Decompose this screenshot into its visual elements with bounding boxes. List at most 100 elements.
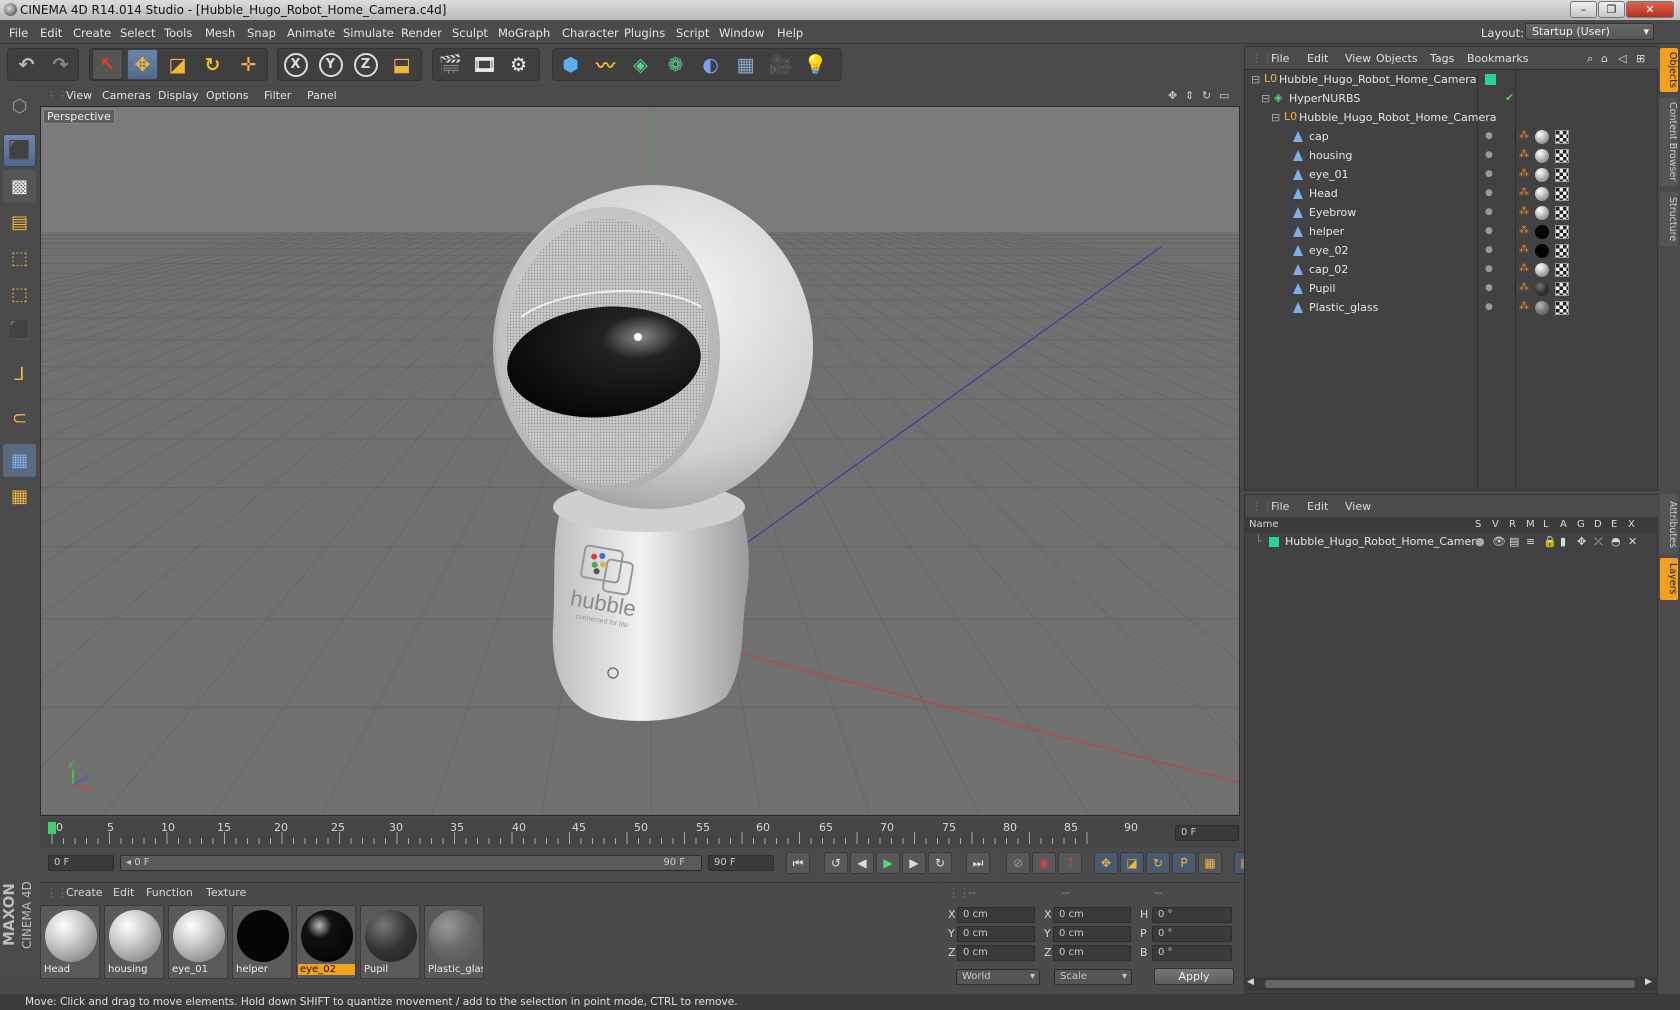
visibility-dot-icon[interactable]: ● xyxy=(1485,169,1493,179)
scroll-right-icon[interactable]: ▶ xyxy=(1645,977,1652,987)
material-swatch[interactable]: Head xyxy=(40,905,100,979)
size-z-field[interactable]: 0 cm xyxy=(1053,945,1131,961)
locked-workplane-icon[interactable]: ▦ xyxy=(3,444,36,477)
phong-tag-icon[interactable]: ⁂ xyxy=(1519,263,1529,274)
menu-select[interactable]: Select xyxy=(120,26,155,40)
object-row[interactable]: cap ● ⁂ xyxy=(1245,127,1657,147)
visibility-dot-icon[interactable]: ● xyxy=(1485,150,1493,160)
redo-icon[interactable]: ↷ xyxy=(45,49,76,80)
rotate-tool-icon[interactable]: ↻ xyxy=(197,49,228,80)
maximize-button[interactable]: ❐ xyxy=(1598,1,1625,18)
current-frame-field[interactable]: 0 F xyxy=(1175,825,1239,841)
tab-content-browser[interactable]: Content Browser xyxy=(1660,98,1678,186)
material-tag-icon[interactable] xyxy=(1535,244,1549,258)
object-row[interactable]: eye_01 ● ⁂ xyxy=(1245,165,1657,185)
menu-script[interactable]: Script xyxy=(676,26,709,40)
visibility-dot-icon[interactable]: ● xyxy=(1485,245,1493,255)
phong-tag-icon[interactable]: ⁂ xyxy=(1519,187,1529,198)
model-mode-icon[interactable]: ⬛ xyxy=(3,134,36,167)
object-row[interactable]: housing ● ⁂ xyxy=(1245,146,1657,166)
uvw-tag-icon[interactable] xyxy=(1555,225,1569,239)
previous-frame-icon[interactable]: ◀ xyxy=(850,852,874,874)
visibility-dot-icon[interactable]: ● xyxy=(1485,207,1493,217)
phong-tag-icon[interactable]: ⁂ xyxy=(1519,225,1529,236)
menu-file[interactable]: File xyxy=(9,26,28,40)
rotate-view-icon[interactable]: ↻ xyxy=(1202,89,1211,102)
points-mode-icon[interactable]: ⬚ xyxy=(3,242,36,275)
menu-sculpt[interactable]: Sculpt xyxy=(452,26,488,40)
menu-plugins[interactable]: Plugins xyxy=(624,26,665,40)
lock-icon[interactable]: 🔒 xyxy=(1543,535,1557,548)
workplane-icon[interactable]: ▤ xyxy=(3,206,36,239)
add-object-icon[interactable]: ✛ xyxy=(233,49,264,80)
vp-menu-display[interactable]: Display xyxy=(158,89,199,102)
object-row[interactable]: helper ● ⁂ xyxy=(1245,222,1657,242)
goto-end-icon[interactable]: ⏭ xyxy=(966,852,990,874)
menu-edit[interactable]: Edit xyxy=(40,26,62,40)
uvw-tag-icon[interactable] xyxy=(1555,206,1569,220)
motion-record-icon[interactable]: ⊘ xyxy=(1006,852,1030,874)
live-selection-icon[interactable]: ↖ xyxy=(92,49,123,80)
key-pla-icon[interactable]: ▦ xyxy=(1198,852,1222,874)
uvw-tag-icon[interactable] xyxy=(1555,168,1569,182)
material-tag-icon[interactable] xyxy=(1535,301,1549,315)
tab-structure[interactable]: Structure xyxy=(1660,192,1678,246)
new-window-icon[interactable]: ⊞ xyxy=(1636,52,1645,65)
mat-menu-create[interactable]: Create xyxy=(66,886,103,899)
menu-character[interactable]: Character xyxy=(562,26,619,40)
z-axis-lock-icon[interactable]: Z xyxy=(350,49,381,80)
uvw-tag-icon[interactable] xyxy=(1555,263,1569,277)
end-frame-field[interactable]: 90 F xyxy=(708,855,774,871)
edges-mode-icon[interactable]: ⬚ xyxy=(3,278,36,311)
uvw-tag-icon[interactable] xyxy=(1555,149,1569,163)
toggle-panel-icon[interactable]: ▭ xyxy=(1219,89,1229,102)
visibility-dot-icon[interactable]: ● xyxy=(1485,302,1493,312)
floor-icon[interactable]: ▦ xyxy=(730,49,761,80)
goto-start-icon[interactable]: ⏮ xyxy=(786,852,810,874)
xref-icon[interactable]: ✕ xyxy=(1628,535,1637,548)
visibility-dot-icon[interactable]: ● xyxy=(1485,226,1493,236)
uvw-tag-icon[interactable] xyxy=(1555,187,1569,201)
apply-button[interactable]: Apply xyxy=(1154,968,1234,985)
visible-icon[interactable]: 👁 xyxy=(1492,535,1506,548)
zoom-view-icon[interactable]: ⇕ xyxy=(1185,89,1194,102)
render-icon[interactable]: ▤ xyxy=(1509,535,1519,548)
mat-menu-function[interactable]: Function xyxy=(146,886,193,899)
vp-menu-cameras[interactable]: Cameras xyxy=(102,89,151,102)
world-dropdown[interactable]: World ▾ xyxy=(956,969,1040,985)
phong-tag-icon[interactable]: ⁂ xyxy=(1519,149,1529,160)
obj-menu-bookmarks[interactable]: Bookmarks xyxy=(1467,52,1528,65)
undo-icon[interactable]: ↶ xyxy=(11,49,42,80)
menu-create[interactable]: Create xyxy=(73,26,111,40)
phong-tag-icon[interactable]: ⁂ xyxy=(1519,282,1529,293)
menu-tools[interactable]: Tools xyxy=(164,26,192,40)
layer-row[interactable]: └ Hubble_Hugo_Robot_Home_Camera ● 👁 ▤ ≡ … xyxy=(1245,533,1659,551)
object-row[interactable]: Plastic_glass ● ⁂ xyxy=(1245,298,1657,318)
uvw-tag-icon[interactable] xyxy=(1555,244,1569,258)
phong-tag-icon[interactable]: ⁂ xyxy=(1519,168,1529,179)
obj-menu-view[interactable]: View xyxy=(1345,52,1371,65)
timeline-ruler[interactable]: 0 5 10 15 20 25 30 35 40 45 50 55 60 65 … xyxy=(40,818,1240,848)
menu-window[interactable]: Window xyxy=(719,26,764,40)
material-tag-icon[interactable] xyxy=(1535,225,1549,239)
vp-menu-view[interactable]: View xyxy=(66,89,92,102)
visibility-dot-icon[interactable]: ● xyxy=(1485,264,1493,274)
perspective-viewport[interactable]: hubble connected for life y x z Perspect… xyxy=(40,106,1240,816)
menu-render[interactable]: Render xyxy=(401,26,442,40)
render-settings-icon[interactable]: ⚙ xyxy=(503,49,534,80)
object-row[interactable]: Eyebrow ● ⁂ xyxy=(1245,203,1657,223)
key-param-icon[interactable]: P xyxy=(1172,852,1196,874)
render-view-icon[interactable]: 🎬 xyxy=(435,49,466,80)
scale-dropdown[interactable]: Scale ▾ xyxy=(1054,969,1132,985)
manager-icon[interactable]: ≡ xyxy=(1526,535,1535,548)
expand-icon[interactable]: ⊟ xyxy=(1251,73,1260,86)
coordinate-system-icon[interactable]: ⬓ xyxy=(386,49,417,80)
obj-menu-edit[interactable]: Edit xyxy=(1307,52,1328,65)
vp-menu-options[interactable]: Options xyxy=(206,89,248,102)
expand-icon[interactable]: ⊟ xyxy=(1271,111,1280,124)
camera-icon[interactable]: 🎥 xyxy=(765,49,796,80)
mat-menu-texture[interactable]: Texture xyxy=(206,886,246,899)
nurbs-icon[interactable]: ◈ xyxy=(625,49,656,80)
tab-attributes[interactable]: Attributes xyxy=(1660,494,1678,554)
minimize-button[interactable]: – xyxy=(1570,1,1597,18)
